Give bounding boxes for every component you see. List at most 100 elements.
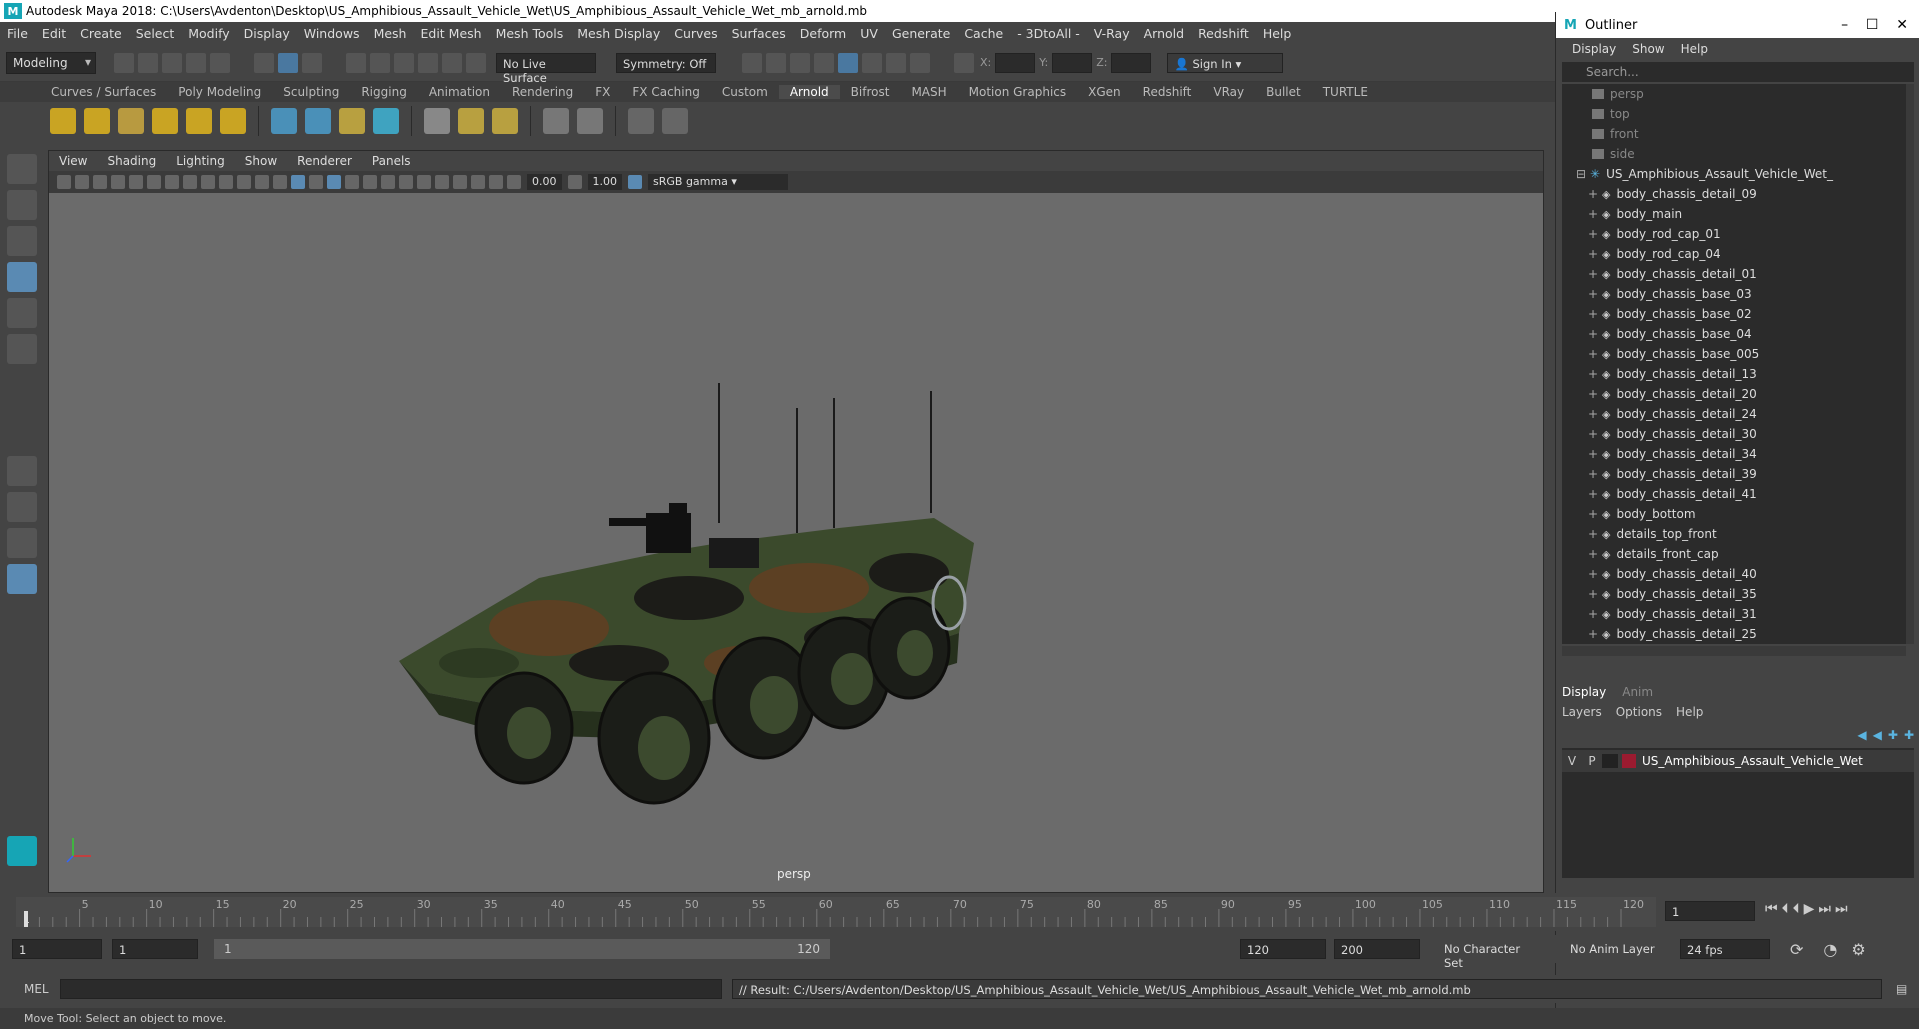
expand-icon[interactable]: + [1588,427,1598,441]
playblast-icon[interactable] [662,108,688,134]
exposure-field[interactable]: 0.00 [527,174,562,190]
expand-icon[interactable]: + [1588,207,1598,221]
ambient-occlusion-icon[interactable] [381,175,395,189]
film-gate-icon[interactable] [183,175,197,189]
layer-visibility-toggle[interactable]: V [1562,754,1582,768]
photometric-light-icon[interactable] [118,108,144,134]
txmanager-icon[interactable] [424,108,450,134]
mesh-light-icon[interactable] [84,108,110,134]
smooth-shade-icon[interactable] [291,175,305,189]
remove-tx-icon[interactable] [492,108,518,134]
lights-icon[interactable] [345,175,359,189]
menu-3dtoall[interactable]: - 3DtoAll - [1010,26,1087,41]
layer-tab-display[interactable]: Display [1562,685,1606,699]
outliner-item[interactable]: + ◈ details_front_cap [1562,544,1906,564]
shelf-tab-bullet[interactable]: Bullet [1255,85,1312,99]
outliner-scrollbar[interactable] [1906,84,1914,644]
expand-icon[interactable]: + [1588,467,1598,481]
vp-menu-show[interactable]: Show [235,154,287,168]
select-hierarchy-icon[interactable] [254,52,274,73]
loop-icon[interactable]: ⟳ [1790,940,1803,959]
gate-mask-icon[interactable] [219,175,233,189]
outliner-search-input[interactable]: Search... [1562,62,1914,82]
grid-icon[interactable] [165,175,179,189]
menu-mesh-tools[interactable]: Mesh Tools [489,26,571,41]
menu-modify[interactable]: Modify [181,26,236,41]
menu-mesh-display[interactable]: Mesh Display [570,26,667,41]
snap-surface-icon[interactable] [442,52,462,73]
xray-joints-icon[interactable] [489,175,503,189]
playback-controls-icon[interactable]: ⏮⏴⏴▶⏭⏭ [1765,901,1852,917]
shelf-tab-rigging[interactable]: Rigging [350,85,417,99]
vp-menu-panels[interactable]: Panels [362,154,421,168]
expand-icon[interactable]: + [1588,247,1598,261]
exposure-icon[interactable] [507,175,521,189]
expand-icon[interactable]: + [1588,187,1598,201]
current-time-marker[interactable] [24,911,28,927]
anti-aliasing-icon[interactable] [417,175,431,189]
new-scene-icon[interactable] [114,52,134,73]
vp-menu-lighting[interactable]: Lighting [166,154,235,168]
expand-icon[interactable]: + [1588,407,1598,421]
outliner-menu-display[interactable]: Display [1564,42,1624,56]
open-scene-icon[interactable] [138,52,158,73]
layer-menu-layers[interactable]: Layers [1562,705,1602,719]
shelf-tab-fx-caching[interactable]: FX Caching [621,85,710,99]
outliner-menu-show[interactable]: Show [1624,42,1672,56]
layer-color-swatch[interactable] [1622,754,1636,768]
render-setup-icon[interactable] [886,52,906,73]
shelf-tab-mash[interactable]: MASH [900,85,957,99]
lasso-tool-icon[interactable] [7,190,37,220]
vp-menu-renderer[interactable]: Renderer [287,154,362,168]
expand-icon[interactable]: + [1588,567,1598,581]
scale-tool-icon[interactable] [7,334,37,364]
menu-redshift[interactable]: Redshift [1191,26,1256,41]
outliner-item[interactable]: + ◈ body_chassis_detail_13 [1562,364,1906,384]
expand-icon[interactable]: + [1588,387,1598,401]
menu-display[interactable]: Display [237,26,297,41]
snap-point-icon[interactable] [394,52,414,73]
menu-help[interactable]: Help [1256,26,1299,41]
shadows-icon[interactable] [363,175,377,189]
shelf-tab-poly-modeling[interactable]: Poly Modeling [167,85,272,99]
preferences-icon[interactable]: ⚙ [1851,940,1865,959]
menu-windows[interactable]: Windows [297,26,367,41]
field-chart-icon[interactable] [237,175,251,189]
outliner-group-node[interactable]: ⊟ ✳ US_Amphibious_Assault_Vehicle_Wet_ [1562,164,1906,184]
menu-uv[interactable]: UV [853,26,885,41]
color-space-select[interactable]: sRGB gamma ▾ [648,174,788,190]
motion-blur-icon[interactable] [399,175,413,189]
resolution-gate-icon[interactable] [201,175,215,189]
skydome-light-icon[interactable] [152,108,178,134]
expand-icon[interactable]: + [1588,267,1598,281]
shelf-tab-curves-surfaces[interactable]: Curves / Surfaces [40,85,167,99]
menu-edit[interactable]: Edit [35,26,73,41]
color-management-icon[interactable] [628,175,642,189]
outliner-camera-front[interactable]: front [1562,124,1906,144]
layer-type-toggle[interactable] [1602,754,1618,768]
menu-select[interactable]: Select [129,26,182,41]
shelf-tab-fx[interactable]: FX [584,85,621,99]
snap-grid-icon[interactable] [346,52,366,73]
single-view-icon[interactable] [7,456,37,486]
outliner-item[interactable]: + ◈ body_chassis_base_02 [1562,304,1906,324]
live-surface-field[interactable]: No Live Surface [496,52,596,85]
outliner-item[interactable]: + ◈ body_main [1562,204,1906,224]
viewport-3d[interactable]: persp [49,193,1543,892]
character-set-select[interactable]: No Character Set [1438,939,1548,970]
outliner-item[interactable]: + ◈ body_chassis_base_005 [1562,344,1906,364]
mel-label[interactable]: MEL [24,982,56,996]
layer-playback-toggle[interactable]: P [1582,754,1602,768]
undo-icon[interactable] [186,52,206,73]
outliner-item[interactable]: + ◈ body_rod_cap_01 [1562,224,1906,244]
shelf-tab-arnold[interactable]: Arnold [778,85,840,99]
menu-generate[interactable]: Generate [885,26,957,41]
select-tool-icon[interactable] [7,154,37,184]
expand-icon[interactable]: + [1588,607,1598,621]
shelf-tab-rendering[interactable]: Rendering [501,85,584,99]
outliner-item[interactable]: + ◈ body_chassis_detail_01 [1562,264,1906,284]
layer-menu-options[interactable]: Options [1616,705,1662,719]
outliner-item[interactable]: + ◈ body_chassis_detail_20 [1562,384,1906,404]
redo-icon[interactable] [210,52,230,73]
playback-start-field[interactable]: 1 [112,939,198,959]
